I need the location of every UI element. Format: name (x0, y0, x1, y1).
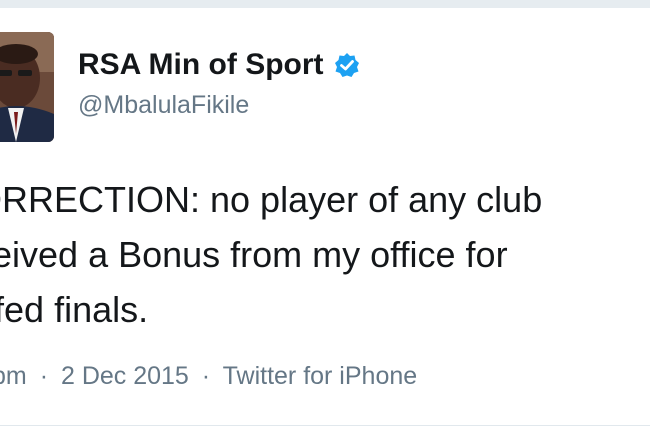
tweet-text-line: nfed finals. (0, 289, 149, 330)
tweet-text-line: ORRECTION: no player of any club (0, 179, 543, 220)
meta-separator: · (39, 362, 49, 390)
name-row: RSA Min of Sport (78, 48, 360, 82)
avatar[interactable] (0, 32, 54, 142)
bottom-divider (0, 425, 650, 426)
tweet-text-line: ceived a Bonus from my office for (0, 234, 508, 275)
meta-separator: · (201, 362, 211, 390)
tweet-time[interactable]: pm (0, 362, 27, 390)
tweet-text: ORRECTION: no player of any club ceived … (0, 172, 650, 337)
tweet-card: RSA Min of Sport @MbalulaFikile ORRECTIO… (0, 0, 650, 430)
tweet-date[interactable]: 2 Dec 2015 (61, 362, 189, 390)
display-name[interactable]: RSA Min of Sport (78, 48, 324, 82)
top-divider (0, 0, 650, 8)
user-handle[interactable]: @MbalulaFikile (78, 91, 249, 120)
verified-badge-icon (334, 52, 360, 78)
tweet-source[interactable]: Twitter for iPhone (223, 362, 418, 390)
tweet-meta: pm · 2 Dec 2015 · Twitter for iPhone (0, 362, 417, 391)
